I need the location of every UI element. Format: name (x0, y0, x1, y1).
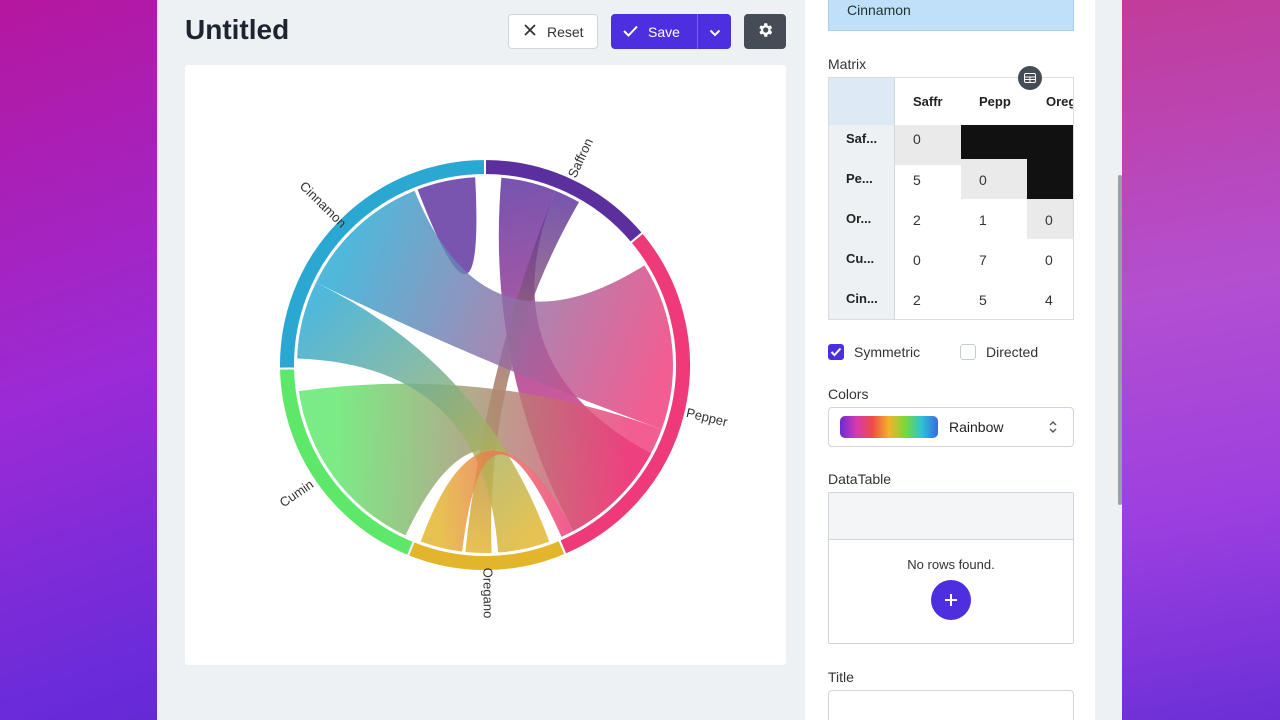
save-button[interactable]: Save (611, 14, 697, 49)
matrix-cell[interactable]: 0 (1027, 199, 1073, 239)
desktop-background-right (1122, 0, 1280, 720)
plus-icon (945, 594, 957, 606)
datatable: No rows found. (828, 492, 1074, 644)
app-window: Untitled Reset Save Saffron Pepper Oregano… (157, 0, 1122, 720)
matrix-row: Cu... 0 7 0 (829, 239, 1073, 279)
chord-group-label: Pepper (685, 405, 730, 430)
matrix-cell[interactable]: 0 (1027, 239, 1073, 279)
matrix-column-header[interactable]: Oreg (1046, 94, 1073, 109)
matrix-row: Cin... 2 5 4 (829, 279, 1073, 319)
save-label: Save (648, 23, 680, 40)
colors-select[interactable]: Rainbow (828, 407, 1074, 447)
directed-checkbox[interactable] (960, 344, 976, 360)
main-panel: Untitled Reset Save Saffron Pepper Oregano… (157, 0, 805, 720)
title-label: Title (828, 669, 854, 685)
settings-button[interactable] (744, 14, 786, 49)
chord-group-label: Cinnamon (297, 178, 350, 230)
chevron-down-icon (709, 24, 721, 40)
datatable-label: DataTable (828, 471, 892, 487)
matrix-label: Matrix (828, 56, 867, 72)
gear-icon (756, 21, 774, 42)
chord-diagram: Saffron Pepper Oregano Cumin Cinnamon (277, 136, 730, 619)
matrix-cell-disabled (961, 125, 1027, 159)
reset-button[interactable]: Reset (508, 14, 598, 49)
close-icon (523, 23, 537, 40)
matrix-row: Or... 2 1 0 (829, 199, 1073, 239)
page-title: Untitled (185, 14, 290, 45)
chord-group-label: Oregano (480, 568, 495, 619)
save-options-dropdown[interactable] (697, 14, 731, 49)
selected-group-field[interactable]: Cinnamon (828, 0, 1074, 31)
matrix-cell[interactable]: 7 (961, 239, 1027, 279)
matrix-row-header[interactable]: Cin... (829, 279, 895, 319)
colors-value: Rainbow (949, 419, 1004, 435)
matrix-row-header[interactable]: Pe... (829, 159, 895, 199)
title-input[interactable] (828, 690, 1074, 720)
chord-group-label: Saffron (565, 136, 596, 180)
check-icon (830, 347, 842, 357)
directed-label: Directed (986, 344, 1039, 360)
matrix-cell[interactable]: 2 (895, 199, 961, 239)
matrix-corner (829, 78, 895, 125)
colors-label: Colors (828, 386, 869, 402)
rainbow-swatch (840, 416, 938, 438)
settings-sidebar: Cinnamon Matrix Saffr Pepp Oreg Saf... 0… (805, 0, 1095, 720)
matrix-column-header[interactable]: Saffr (913, 94, 947, 109)
matrix-column-header[interactable]: Pepp (979, 94, 1013, 109)
chart-canvas: Saffron Pepper Oregano Cumin Cinnamon (185, 65, 786, 665)
matrix-grid: Saffr Pepp Oreg Saf... 0 Pe... 5 0 Or...… (828, 77, 1074, 320)
reset-label: Reset (547, 23, 584, 40)
table-icon[interactable] (1018, 66, 1042, 90)
symmetric-label: Symmetric (854, 344, 921, 360)
matrix-row-header[interactable]: Or... (829, 199, 895, 239)
matrix-cell[interactable]: 1 (961, 199, 1027, 239)
matrix-cell-disabled (1027, 125, 1073, 159)
symmetric-checkbox[interactable] (828, 344, 844, 360)
matrix-cell[interactable]: 0 (961, 159, 1027, 199)
datatable-header (829, 493, 1073, 540)
select-arrows-icon (1048, 419, 1058, 440)
matrix-cell-disabled (1027, 159, 1073, 199)
matrix-cell[interactable]: 5 (961, 279, 1027, 319)
add-row-button[interactable] (931, 580, 971, 620)
chord-group-label: Cumin (277, 476, 316, 510)
matrix-cell[interactable]: 2 (895, 279, 961, 319)
check-icon (623, 24, 638, 40)
matrix-row: Pe... 5 0 (829, 159, 1073, 199)
matrix-row-header[interactable]: Cu... (829, 239, 895, 279)
scrollbar-thumb[interactable] (1118, 175, 1122, 505)
matrix-cell[interactable]: 4 (1027, 279, 1073, 319)
empty-state-text: No rows found. (907, 557, 995, 572)
matrix-cell[interactable]: 5 (895, 159, 961, 199)
matrix-cell[interactable]: 0 (895, 239, 961, 279)
